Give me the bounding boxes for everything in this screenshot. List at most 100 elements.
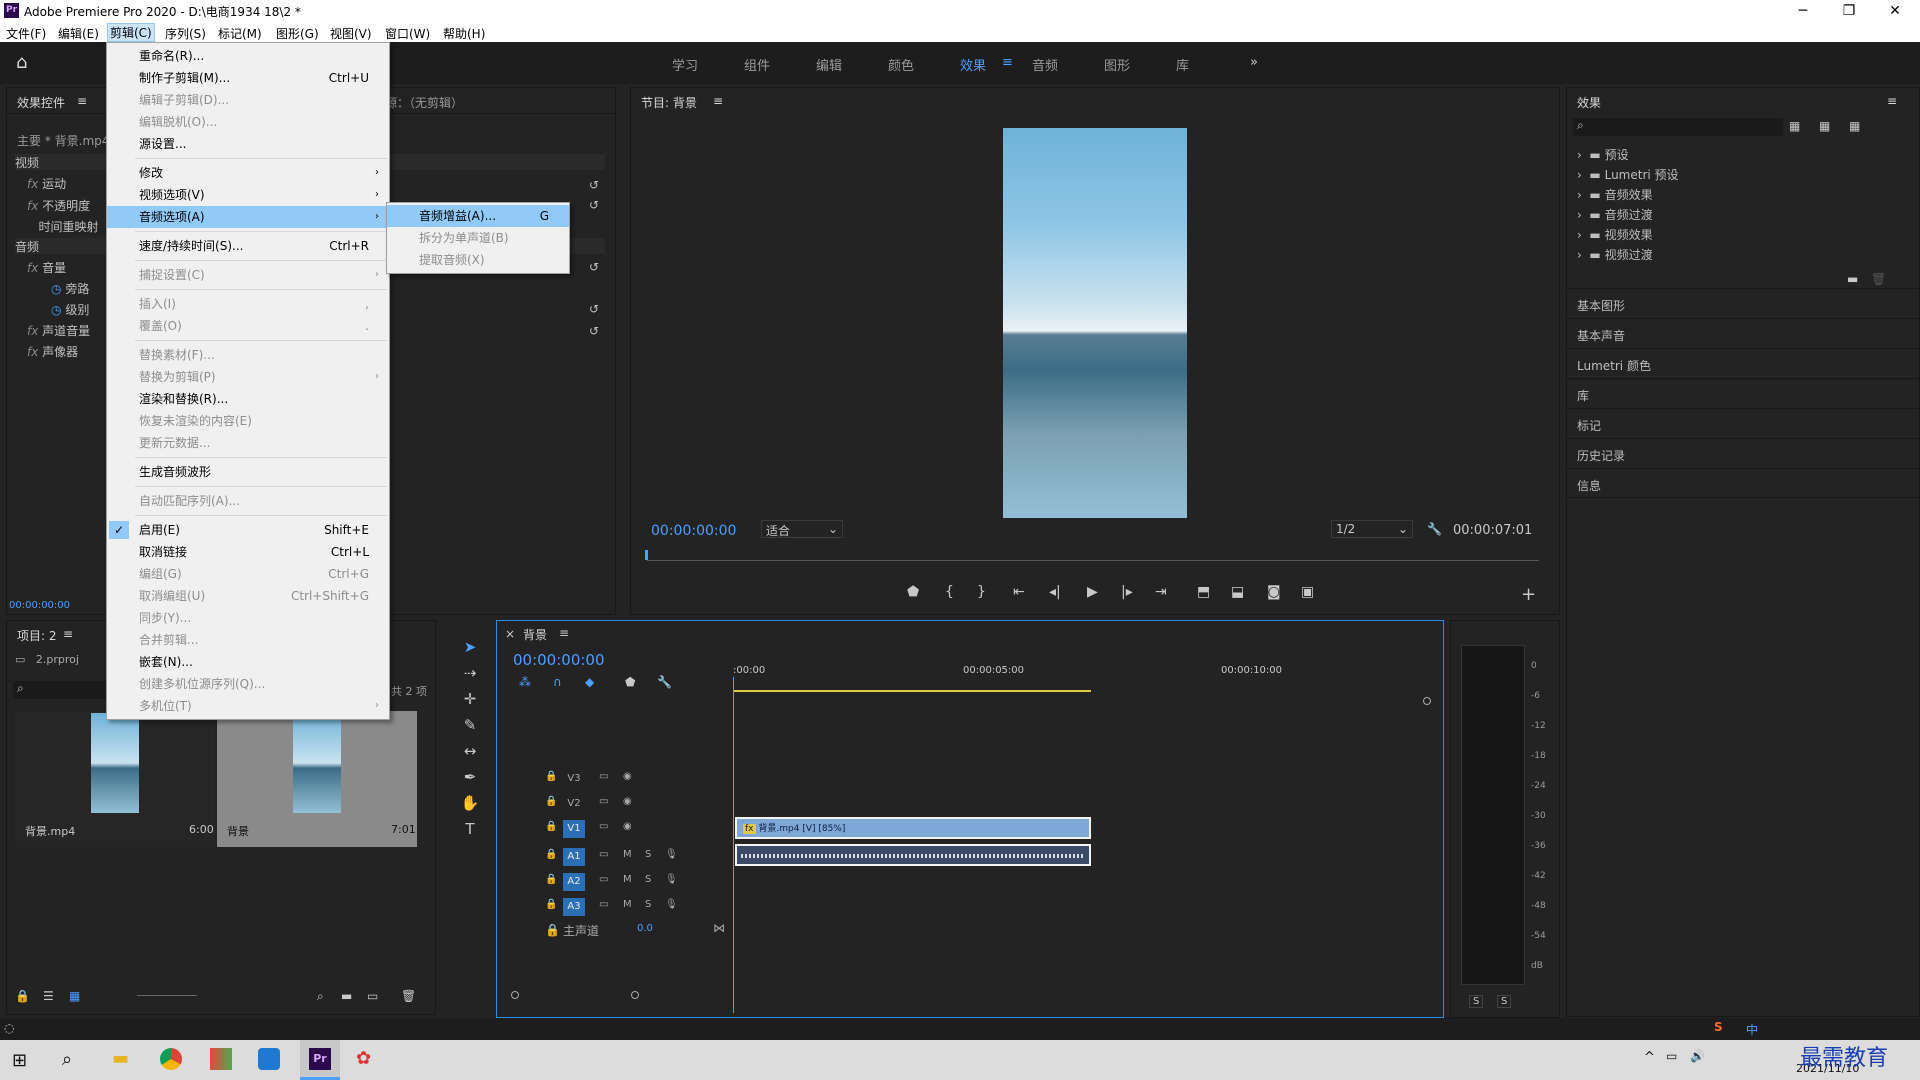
program-scrubber[interactable] (647, 560, 1539, 561)
sync-lock-icon[interactable]: ▭ (599, 771, 608, 782)
lock-icon[interactable]: 🔒 (545, 874, 557, 885)
effects-folder[interactable]: › ▬ 音频效果 (1577, 186, 1653, 203)
linked-selection-icon[interactable]: ∩ (553, 675, 562, 689)
add-marker-icon[interactable]: ⬟ (907, 584, 919, 600)
comparison-view-icon[interactable]: ▣ (1301, 584, 1314, 600)
eye-icon[interactable]: ◉ (623, 796, 632, 807)
snap-icon[interactable]: ⁂ (519, 675, 531, 689)
menu-item-unlink[interactable]: 取消链接 Ctrl+L (107, 541, 389, 563)
new-bin-icon[interactable]: ▬ (1847, 272, 1858, 286)
more-workspaces-icon[interactable]: » (1250, 55, 1258, 70)
panel-menu-icon[interactable]: ≡ (1887, 94, 1897, 108)
mute-button[interactable]: M (623, 874, 632, 885)
add-button-icon[interactable]: + (1521, 584, 1536, 605)
marker-icon[interactable]: ⬟ (625, 675, 635, 689)
menu-item-speed-duration[interactable]: 速度/持续时间(S)... Ctrl+R (107, 235, 389, 257)
icon-view-icon[interactable]: ▦ (69, 989, 80, 1003)
menu-item-automate-sequence[interactable]: 自动匹配序列(A)... (107, 490, 389, 512)
workspace-libraries[interactable]: 库 (1176, 55, 1189, 74)
play-icon[interactable]: ▶ (1087, 584, 1098, 600)
effects-folder[interactable]: › ▬ 音频过渡 (1577, 206, 1653, 223)
go-to-in-icon[interactable]: ⇤ (1013, 584, 1025, 600)
mic-icon[interactable]: 🎙 (665, 899, 678, 910)
track-v1[interactable]: 🔒 V1 ▭ ◉ (497, 817, 727, 841)
hand-tool-icon[interactable]: ✋ (458, 794, 482, 816)
playhead-line[interactable] (733, 677, 734, 1013)
workspace-learn[interactable]: 学习 (672, 55, 698, 74)
reset-icon[interactable]: ↺ (589, 178, 599, 192)
workspace-audio[interactable]: 音频 (1032, 55, 1058, 74)
workspace-assembly[interactable]: 组件 (744, 55, 770, 74)
mute-button[interactable]: M (623, 849, 632, 860)
fx-bypass[interactable]: ◷ 旁路 (51, 280, 89, 297)
effects-folder[interactable]: › ▬ 预设 (1577, 146, 1629, 163)
menu-item-update-metadata[interactable]: 更新元数据... (107, 432, 389, 454)
source-tab[interactable]: 源：（无剪辑） (385, 94, 463, 111)
list-view-icon[interactable]: ☰ (43, 989, 54, 1003)
razor-tool-icon[interactable]: ✎ (458, 716, 482, 738)
menu-item-make-subclip[interactable]: 制作子剪辑(M)... Ctrl+U (107, 67, 389, 89)
project-search-input[interactable]: ⌕ (13, 681, 109, 699)
track-a1[interactable]: 🔒 A1 ▭ M S 🎙 (497, 845, 727, 869)
menu-item-ungroup[interactable]: 取消编组(U) Ctrl+Shift+G (107, 585, 389, 607)
effects-folder[interactable]: › ▬ 视频效果 (1577, 226, 1653, 243)
panel-menu-icon[interactable]: ≡ (63, 627, 73, 641)
menu-sequence[interactable]: 序列(S) (165, 25, 206, 42)
search-icon[interactable]: ⌕ (62, 1049, 72, 1070)
fx-timecode[interactable]: 00:00:00:00 (9, 600, 70, 611)
panel-menu-icon[interactable]: ≡ (713, 94, 723, 108)
menu-item-extract-audio[interactable]: 提取音频(X) (387, 249, 569, 271)
go-to-out-icon[interactable]: ⇥ (1155, 584, 1167, 600)
track-v2[interactable]: 🔒 V2 ▭ ◉ (497, 792, 727, 816)
timeline-settings-icon[interactable]: 🔧 (657, 675, 672, 689)
menu-marker[interactable]: 标记(M) (218, 25, 262, 42)
fx-level[interactable]: ◷ 级别 (51, 301, 89, 318)
solo-right-button[interactable]: S (1497, 995, 1512, 1008)
sync-lock-icon[interactable]: ▭ (599, 849, 608, 860)
solo-button[interactable]: S (645, 849, 651, 860)
windows-start-icon[interactable]: ⊞ (12, 1050, 27, 1071)
menu-item-synchronize[interactable]: 同步(Y)... (107, 607, 389, 629)
menu-item-capture-settings[interactable]: 捕捉设置(C) › (107, 264, 389, 286)
fit-dropdown[interactable]: 适合 ⌄ (761, 520, 843, 538)
menu-item-multicam-source[interactable]: 创建多机位源序列(Q)... (107, 673, 389, 695)
menu-item-source-settings[interactable]: 源设置... (107, 133, 389, 155)
mark-out-icon[interactable]: } (977, 584, 986, 600)
network-icon[interactable]: ▭ (1666, 1049, 1677, 1063)
timeline-timecode[interactable]: 00:00:00:00 (513, 651, 605, 669)
new-preset-bin-icon[interactable]: ▦ (1789, 119, 1800, 133)
effect-controls-tab[interactable]: 效果控件 (17, 94, 65, 111)
menu-item-generate-waveform[interactable]: 生成音频波形 (107, 461, 389, 483)
lock-icon[interactable]: 🔒 (545, 923, 560, 937)
menu-item-merge-clips[interactable]: 合并剪辑... (107, 629, 389, 651)
file-explorer-icon[interactable]: ▬ (112, 1048, 129, 1069)
history-tab[interactable]: 历史记录 (1567, 438, 1920, 468)
effects-folder[interactable]: › ▬ 视频过渡 (1577, 246, 1653, 263)
project-item-selected[interactable]: 背景 7:01 (217, 711, 417, 847)
menu-graphics[interactable]: 图形(G) (276, 25, 319, 42)
panel-menu-icon[interactable]: ≡ (77, 94, 87, 108)
menu-item-overwrite[interactable]: 覆盖(O). (107, 315, 389, 337)
minimize-button[interactable]: ─ (1780, 0, 1826, 22)
effects-search-input[interactable]: ⌕ (1573, 118, 1783, 136)
ripple-edit-tool-icon[interactable]: ✛ (458, 690, 482, 712)
markers-tab[interactable]: 标记 (1567, 408, 1920, 438)
fx-time-remap[interactable]: 时间重映射 (27, 218, 98, 235)
menu-item-edit-subclip[interactable]: 编辑子剪辑(D)... (107, 89, 389, 111)
lock-icon[interactable]: 🔒 (545, 796, 557, 807)
work-area-bar[interactable] (733, 690, 1091, 692)
menu-item-replace-with-clip[interactable]: 替换为剪辑(P) › (107, 366, 389, 388)
menu-item-multicam[interactable]: 多机位(T) › (107, 695, 389, 717)
sync-lock-icon[interactable]: ▭ (599, 874, 608, 885)
lock-icon[interactable]: 🔒 (15, 989, 30, 1003)
solo-button[interactable]: S (645, 899, 651, 910)
horizontal-scroll-handle[interactable] (631, 991, 639, 999)
menu-item-edit-offline[interactable]: 编辑脱机(O)... (107, 111, 389, 133)
lock-icon[interactable]: 🔒 (545, 899, 557, 910)
track-a2[interactable]: 🔒 A2 ▭ M S 🎙 (497, 870, 727, 894)
sogou-ime-icon[interactable]: S (1714, 1020, 1723, 1034)
app-icon[interactable] (210, 1048, 232, 1070)
menu-item-modify[interactable]: 修改 › (107, 162, 389, 184)
app-icon[interactable] (258, 1048, 280, 1070)
pen-tool-icon[interactable]: ✒ (458, 768, 482, 790)
